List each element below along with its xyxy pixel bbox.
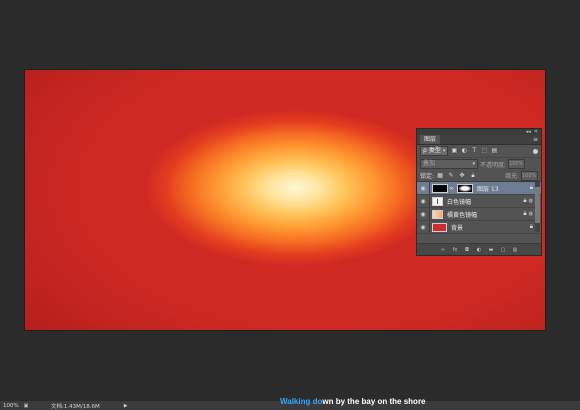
- lyrics-overlay: Walking down by the bay on the shore: [280, 397, 426, 406]
- layer-name[interactable]: 背景: [451, 223, 463, 232]
- zoom-level[interactable]: 100%: [0, 403, 21, 409]
- lock-icon: 🔒︎: [529, 223, 533, 230]
- eye-icon[interactable]: ◉: [419, 211, 427, 218]
- smart-filter-icon: ◍: [528, 198, 533, 204]
- panel-tab-bar: 图层 ≡: [417, 135, 541, 145]
- lock-icon: 🔒︎: [529, 184, 533, 191]
- eye-icon[interactable]: ◉: [419, 185, 427, 192]
- divider: [429, 195, 430, 207]
- layer-mask-thumbnail[interactable]: [457, 183, 473, 193]
- divider: [429, 221, 430, 233]
- lock-row: 锁定: ▦ ✎ ✥ 🔒︎ 填充: 100%: [417, 170, 541, 182]
- layers-scrollbar[interactable]: [535, 182, 540, 232]
- panel-menu-icon[interactable]: ≡: [533, 136, 538, 143]
- link-icon[interactable]: ∞: [449, 185, 454, 192]
- blend-mode-dropdown[interactable]: 叠加 ▾: [420, 159, 478, 169]
- layer-thumbnail: [432, 183, 448, 193]
- divider: [429, 182, 430, 194]
- layer-thumbnail: [432, 222, 447, 232]
- fill-label: 填充:: [504, 173, 519, 180]
- layer-name[interactable]: 橘黄色镜幅: [447, 210, 477, 219]
- opacity-label: 不透明度:: [480, 161, 507, 169]
- link-layers-icon[interactable]: ∞: [440, 246, 446, 254]
- new-layer-icon[interactable]: ▢: [500, 246, 506, 254]
- new-group-icon[interactable]: ▬: [488, 246, 494, 254]
- trash-icon[interactable]: ▥: [512, 246, 518, 254]
- smart-filter-icon: ◍: [528, 211, 533, 217]
- layer-row-13[interactable]: ◉ ∞ 图层 13 🔒︎: [417, 182, 541, 195]
- layer-row-background[interactable]: ◉ 背景 🔒︎: [417, 221, 541, 234]
- lock-label: 锁定:: [420, 173, 435, 180]
- layer-name[interactable]: 白色镜幅: [447, 197, 471, 206]
- adjustment-layer-icon[interactable]: ◐: [476, 246, 482, 254]
- lock-icon: 🔒︎: [523, 210, 527, 217]
- blend-mode-value: 叠加: [423, 160, 436, 167]
- layer-filter-row: ρ 类型 ▾ ▣ ◐ T ⬚ ▤: [417, 145, 541, 158]
- divider: [429, 208, 430, 220]
- add-mask-icon[interactable]: ◘: [464, 246, 470, 254]
- close-icon[interactable]: ✕: [534, 129, 538, 135]
- lyrics-highlighted: Walking do: [280, 397, 323, 406]
- document-info: 文档:1.43M/18.6M: [51, 403, 100, 410]
- layer-style-icon[interactable]: fx: [452, 246, 458, 254]
- blend-row: 叠加 ▾ 不透明度: 100%: [417, 158, 541, 170]
- filter-kind-label: 类型: [428, 147, 441, 154]
- layer-name[interactable]: 图层 13: [477, 184, 499, 193]
- lock-position-icon[interactable]: ✥: [458, 172, 466, 180]
- search-icon: ρ: [423, 147, 427, 154]
- fill-field[interactable]: 100%: [521, 170, 538, 181]
- layer-row-white[interactable]: ◉ 白色镜幅 🔒︎ ◍: [417, 195, 541, 208]
- lock-transparency-icon[interactable]: ▦: [436, 172, 444, 180]
- filter-pixel-icon[interactable]: ▣: [450, 147, 458, 155]
- layers-panel: ◂◂ ✕ 图层 ≡ ρ 类型 ▾ ▣ ◐ T ⬚ ▤ 叠加 ▾ 不透明度: 10…: [416, 128, 542, 256]
- filter-toggle[interactable]: [533, 148, 538, 154]
- panel-bottom-toolbar: ∞ fx ◘ ◐ ▬ ▢ ▥: [417, 243, 541, 255]
- status-menu-arrow-icon[interactable]: ▶: [124, 403, 128, 409]
- lock-pixels-icon[interactable]: ✎: [447, 172, 455, 180]
- filter-adjustment-icon[interactable]: ◐: [460, 147, 468, 155]
- lock-icon: 🔒︎: [523, 197, 527, 204]
- filter-kind-dropdown[interactable]: ρ 类型 ▾: [420, 146, 449, 156]
- chevron-down-icon: ▾: [442, 148, 446, 154]
- adjustment-thumbnail: [432, 209, 443, 219]
- collapse-icon[interactable]: ◂◂: [526, 129, 531, 135]
- adjustment-thumbnail: [432, 196, 443, 206]
- filter-smart-object-icon[interactable]: ▤: [490, 147, 498, 155]
- status-icon[interactable]: ▣: [21, 403, 31, 409]
- scrollbar-thumb[interactable]: [535, 187, 540, 223]
- layer-list: ◉ ∞ 图层 13 🔒︎ ◉ 白色镜幅 🔒︎ ◍ ◉ 橘黄色镜幅 🔒︎ ◍ ◉ …: [417, 182, 541, 234]
- opacity-field[interactable]: 100%: [508, 159, 526, 169]
- lyrics-rest: wn by the bay on the shore: [322, 397, 426, 406]
- lock-all-icon[interactable]: 🔒︎: [469, 172, 477, 180]
- filter-shape-icon[interactable]: ⬚: [480, 147, 488, 155]
- layer-row-orange[interactable]: ◉ 橘黄色镜幅 🔒︎ ◍: [417, 208, 541, 221]
- tab-layers[interactable]: 图层: [420, 135, 441, 144]
- filter-type-icon[interactable]: T: [470, 147, 478, 155]
- chevron-down-icon: ▾: [472, 161, 475, 167]
- eye-icon[interactable]: ◉: [419, 224, 427, 231]
- eye-icon[interactable]: ◉: [419, 198, 427, 205]
